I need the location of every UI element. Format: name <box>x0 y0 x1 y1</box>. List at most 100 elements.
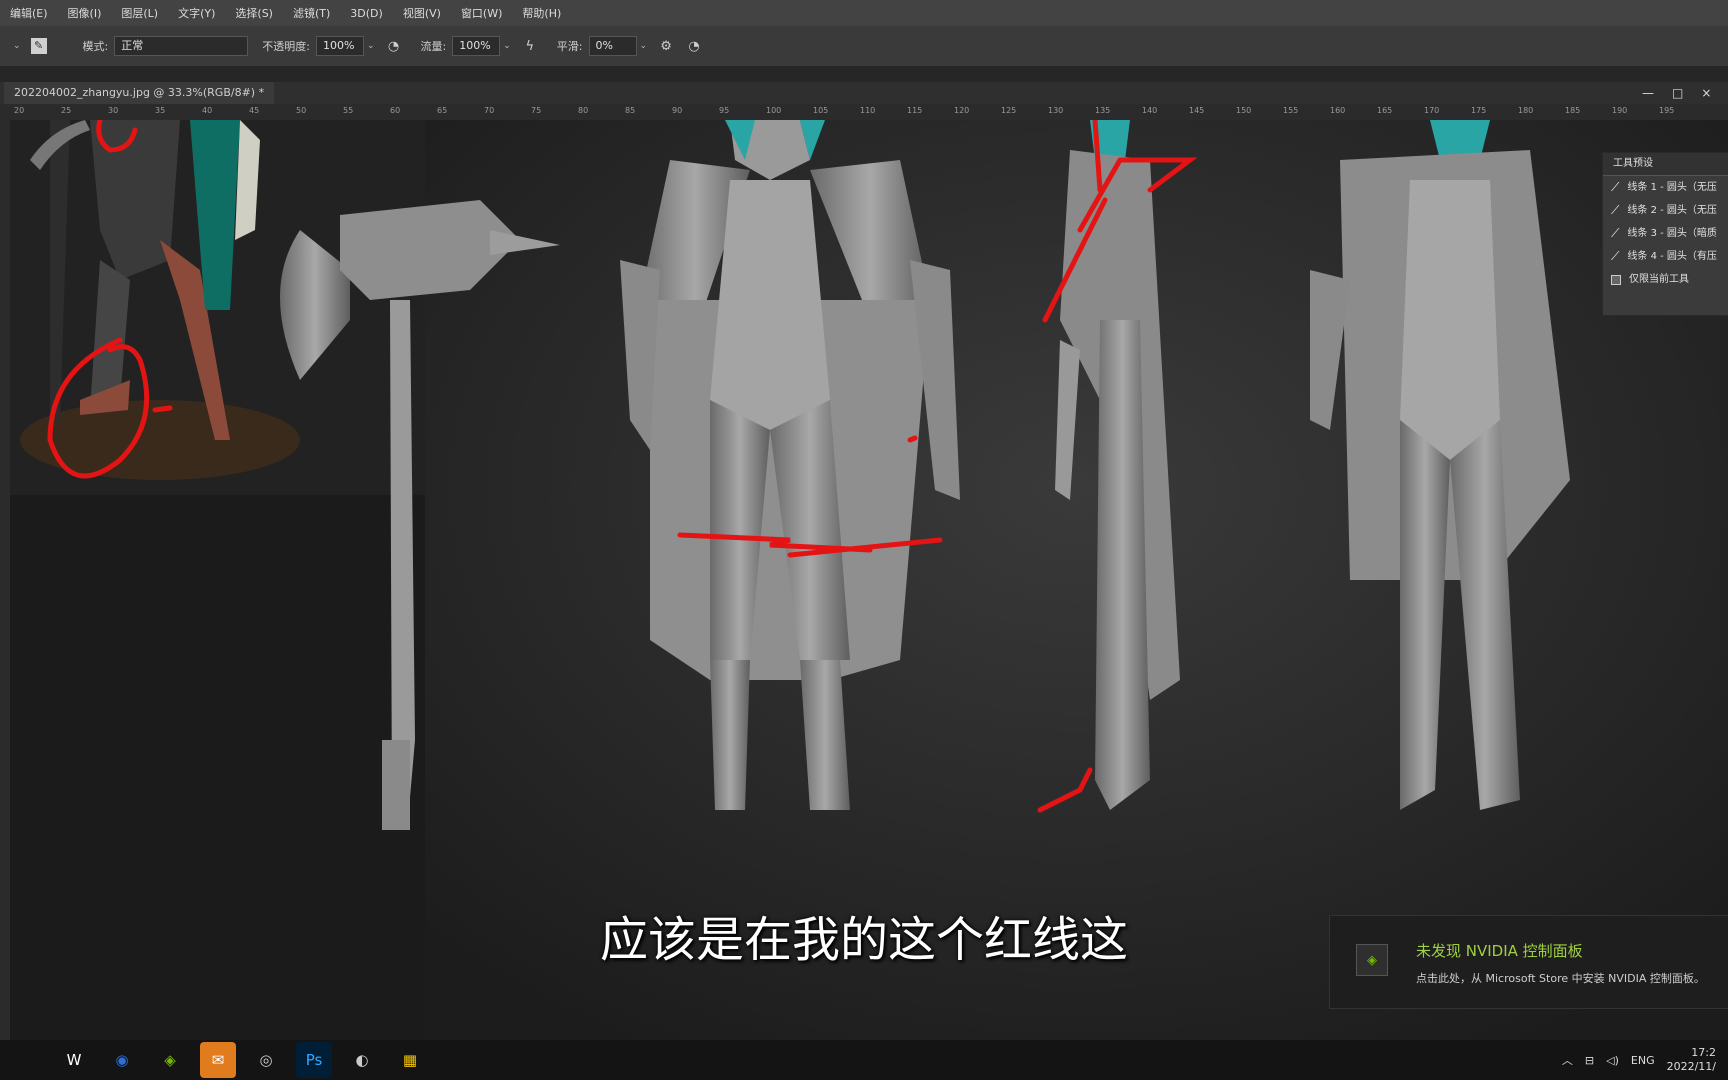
browser-icon[interactable]: ◉ <box>104 1042 140 1078</box>
tool-preset-label: 线条 1 - 圆头（无压 <box>1627 182 1717 193</box>
checkbox-icon <box>1611 274 1621 285</box>
taskbar: W ◉ ◈ ✉ ◎ Ps ◐ ▦ <box>0 1040 1728 1080</box>
tool-preset-label: 线条 3 - 圆头（暗质 <box>1627 228 1717 239</box>
clock-time: 17:2 <box>1691 1046 1716 1059</box>
brush-icon: ⟋ <box>1611 180 1620 194</box>
document-tab-bar: 202204002_zhangyu.jpg @ 33.3%(RGB/8#) * … <box>0 82 1728 105</box>
nvidia-notification[interactable]: ◈ 未发现 NVIDIA 控制面板 点击此处，从 Microsoft Store… <box>1329 915 1728 1009</box>
chevron-down-icon[interactable]: ⌄ <box>503 41 511 51</box>
ruler-mark: 115 <box>907 106 923 115</box>
ruler-mark: 100 <box>766 106 782 115</box>
menu-item[interactable]: 图像(I) <box>58 5 112 21</box>
chevron-up-icon[interactable]: ︿ <box>1562 1052 1573 1068</box>
ruler-mark: 135 <box>1095 106 1111 115</box>
ruler-mark: 175 <box>1471 106 1487 115</box>
brush-icon: ⟋ <box>1611 249 1620 263</box>
language-indicator[interactable]: ENG <box>1631 1054 1655 1067</box>
ruler-mark: 110 <box>860 106 876 115</box>
ruler-mark: 75 <box>531 106 542 115</box>
menu-item[interactable]: 图层(L) <box>111 5 168 21</box>
clock[interactable]: 17:2 2022/11/ <box>1667 1046 1716 1074</box>
tool-preset-item[interactable]: ⟋ 线条 1 - 圆头（无压 <box>1603 176 1728 199</box>
panel-strip <box>0 66 1728 82</box>
menu-item[interactable]: 窗口(W) <box>451 5 512 21</box>
tool-preset-item[interactable]: ⟋ 线条 3 - 圆头（暗质 <box>1603 222 1728 245</box>
menu-item[interactable]: 3D(D) <box>340 7 393 20</box>
chevron-down-icon[interactable]: ⌄ <box>640 41 648 51</box>
document-tab-title: 202204002_zhangyu.jpg @ 33.3%(RGB/8#) * <box>14 86 265 99</box>
network-icon[interactable]: ⊟ <box>1585 1054 1594 1067</box>
camera-icon[interactable]: ◐ <box>344 1042 380 1078</box>
menu-item[interactable]: 滤镜(T) <box>283 5 340 21</box>
ruler-mark: 25 <box>61 106 72 115</box>
ruler-mark: 170 <box>1424 106 1440 115</box>
ruler-mark: 105 <box>813 106 829 115</box>
ruler-mark: 50 <box>296 106 307 115</box>
ruler-mark: 155 <box>1283 106 1299 115</box>
tool-preset-item[interactable]: ⟋ 线条 2 - 圆头（无压 <box>1603 199 1728 222</box>
paint-icon[interactable]: ▦ <box>392 1042 428 1078</box>
tool-preset-item[interactable]: ⟋ 线条 4 - 圆头（有压 <box>1603 245 1728 268</box>
current-tool-only-label: 仅限当前工具 <box>1629 274 1689 285</box>
nvidia-logo-icon: ◈ <box>1356 944 1388 976</box>
mode-select[interactable]: 正常 <box>114 36 249 56</box>
ruler-mark: 120 <box>954 106 970 115</box>
volume-icon[interactable]: ◁) <box>1606 1054 1619 1067</box>
ruler-mark: 125 <box>1001 106 1017 115</box>
menu-item[interactable]: 帮助(H) <box>512 5 571 21</box>
airbrush-icon[interactable]: ϟ <box>521 37 539 55</box>
menu-item[interactable]: 编辑(E) <box>0 5 58 21</box>
window-controls: — □ × <box>1642 82 1711 104</box>
flow-value: 100% <box>459 39 491 52</box>
photoshop-icon[interactable]: Ps <box>296 1042 332 1078</box>
ruler-mark: 140 <box>1142 106 1158 115</box>
ruler-mark: 20 <box>14 106 25 115</box>
clock-date: 2022/11/ <box>1666 1060 1716 1073</box>
ruler-mark: 165 <box>1377 106 1393 115</box>
chevron-down-icon[interactable]: ⌄ <box>367 41 375 51</box>
pressure-opacity-icon[interactable]: ◔ <box>385 37 403 55</box>
smooth-label: 平滑: <box>556 40 583 53</box>
smooth-field[interactable]: 0% <box>588 36 637 56</box>
ruler-mark: 65 <box>437 106 448 115</box>
close-button[interactable]: × <box>1701 86 1711 100</box>
ruler-mark: 85 <box>625 106 636 115</box>
brush-icon: ⟋ <box>1611 226 1620 240</box>
pressure-size-icon[interactable]: ◔ <box>685 37 703 55</box>
tool-presets-panel: 工具预设 ⟋ 线条 1 - 圆头（无压 ⟋ 线条 2 - 圆头（无压 ⟋ 线条 3 -… <box>1602 152 1728 316</box>
ruler-mark: 190 <box>1612 106 1628 115</box>
menu-item[interactable]: 选择(S) <box>225 5 283 21</box>
brush-tool-icon[interactable]: ✎ <box>30 38 47 54</box>
ruler-mark: 35 <box>155 106 166 115</box>
current-tool-only-checkbox[interactable]: 仅限当前工具 <box>1603 268 1728 291</box>
tool-preset-label: 线条 2 - 圆头（无压 <box>1627 205 1717 216</box>
menu-item[interactable]: 文字(Y) <box>168 5 225 21</box>
ruler-mark: 40 <box>202 106 213 115</box>
opacity-label: 不透明度: <box>262 40 310 53</box>
menu-bar: 编辑(E) 图像(I) 图层(L) 文字(Y) 选择(S) 滤镜(T) 3D(D) 视图(V)… <box>0 0 1728 26</box>
ruler-mark: 60 <box>390 106 401 115</box>
ruler-mark: 80 <box>578 106 589 115</box>
opacity-value: 100% <box>322 39 355 52</box>
minimize-button[interactable]: — <box>1642 86 1654 100</box>
ruler-mark: 145 <box>1189 106 1205 115</box>
flow-label: 流量: <box>420 40 447 53</box>
options-bar: ⌄ ✎ 模式: 正常 不透明度: 100% ⌄ ◔ 流量: 100% ⌄ ϟ 平… <box>0 26 1728 67</box>
flow-field[interactable]: 100% <box>452 36 501 56</box>
restore-button[interactable]: □ <box>1672 86 1683 100</box>
menu-item[interactable]: 视图(V) <box>393 5 451 21</box>
ruler-mark: 130 <box>1048 106 1064 115</box>
document-tab[interactable]: 202204002_zhangyu.jpg @ 33.3%(RGB/8#) * <box>4 82 275 104</box>
gear-icon[interactable]: ⚙ <box>657 37 675 55</box>
ruler-mark: 160 <box>1330 106 1346 115</box>
tool-presets-title: 工具预设 <box>1603 153 1728 176</box>
chevron-down-icon[interactable]: ⌄ <box>13 41 21 51</box>
nvidia-icon[interactable]: ◈ <box>152 1042 188 1078</box>
opacity-field[interactable]: 100% <box>315 36 364 56</box>
wechat-icon[interactable]: ✉ <box>200 1042 236 1078</box>
mode-label: 模式: <box>82 40 109 53</box>
w-icon[interactable]: W <box>56 1042 92 1078</box>
recorder-icon[interactable]: ◎ <box>248 1042 284 1078</box>
horizontal-ruler: 20 25 30 35 40 45 50 55 60 65 70 75 80 85 90 95 100 105 11… <box>0 104 1728 121</box>
ruler-mark: 195 <box>1659 106 1675 115</box>
